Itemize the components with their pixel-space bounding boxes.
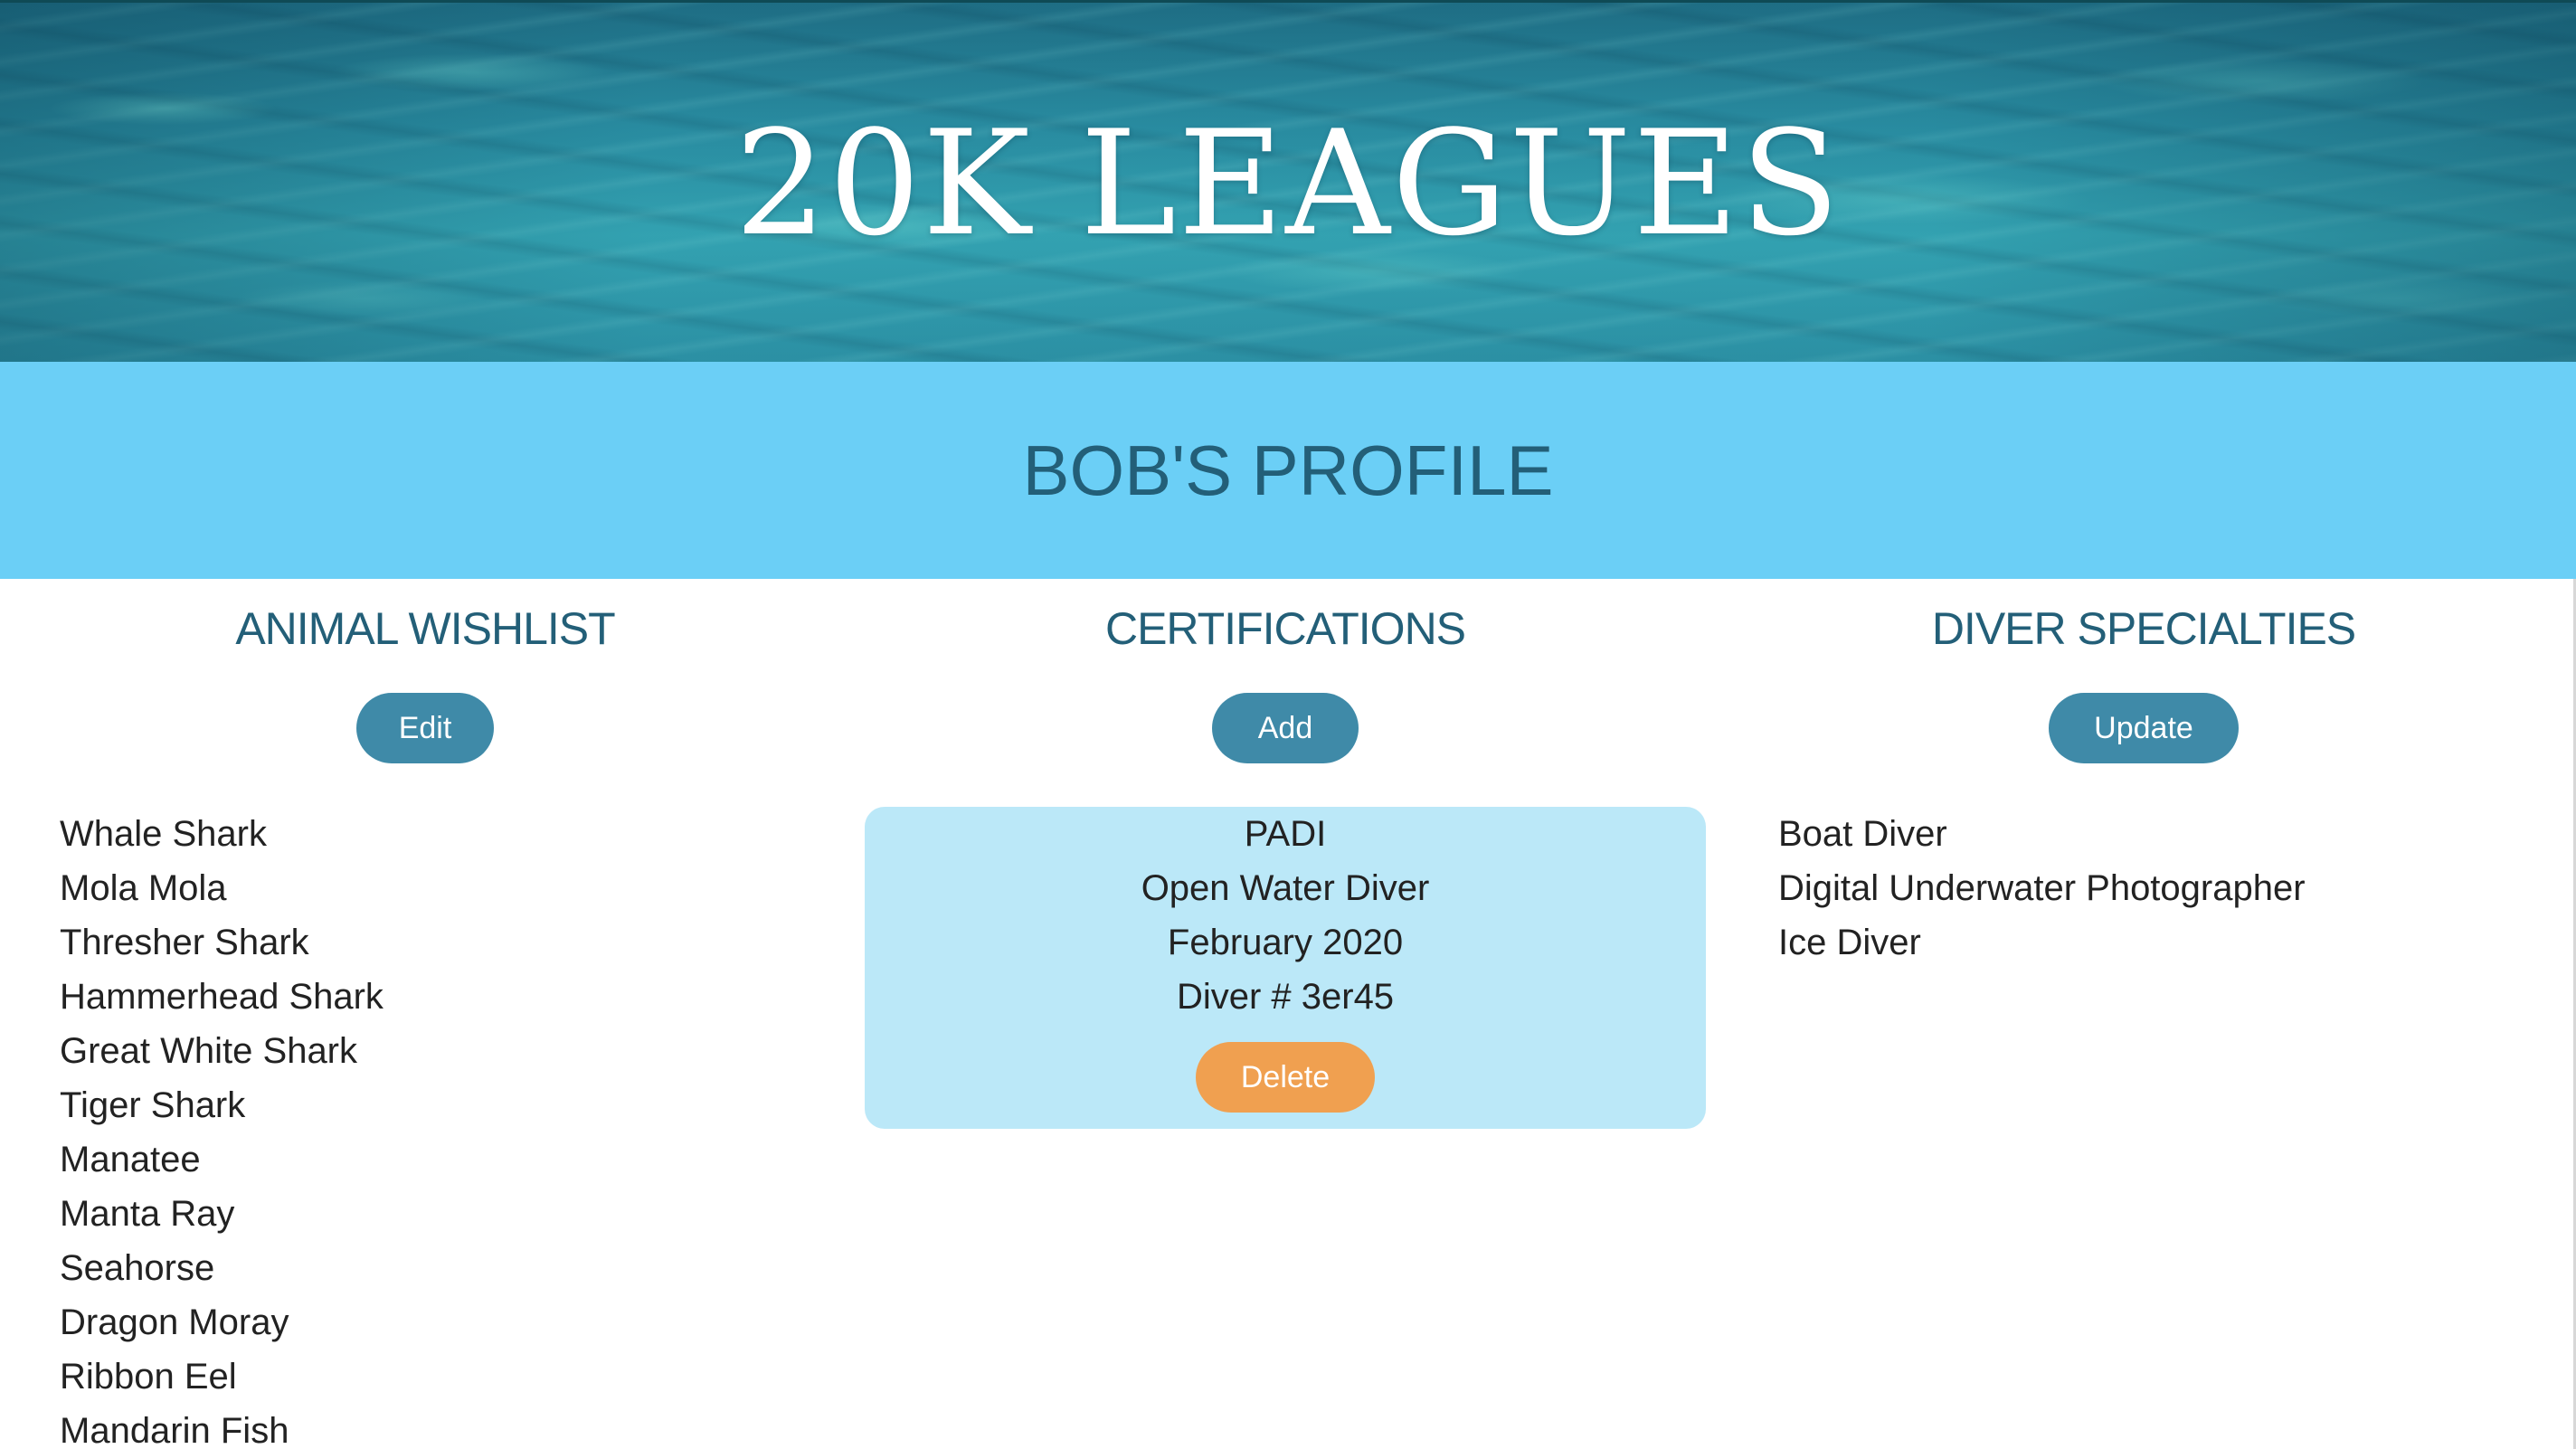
certifications-heading: CERTIFICATIONS bbox=[1104, 603, 1466, 654]
specialties-heading: DIVER SPECIALTIES bbox=[1931, 603, 2356, 654]
wishlist-item: Dragon Moray bbox=[60, 1302, 289, 1342]
site-title: 20K LEAGUES bbox=[734, 99, 1842, 268]
wishlist-item: Mola Mola bbox=[60, 868, 227, 908]
certification-diver-number: Diver # 3er45 bbox=[1176, 977, 1395, 1017]
wishlist-item: Manatee bbox=[60, 1140, 201, 1179]
wishlist-item: Ribbon Eel bbox=[60, 1357, 237, 1397]
edit-wishlist-button[interactable]: Edit bbox=[356, 693, 494, 763]
wishlist-item: Manta Ray bbox=[60, 1194, 235, 1234]
wishlist-item: Tiger Shark bbox=[60, 1085, 246, 1125]
certification-agency: PADI bbox=[1244, 814, 1327, 854]
wishlist-heading: ANIMAL WISHLIST bbox=[235, 603, 615, 654]
specialty-item: Digital Underwater Photographer bbox=[1778, 868, 2306, 908]
wishlist-item: Seahorse bbox=[60, 1248, 215, 1288]
wishlist-item: Hammerhead Shark bbox=[60, 977, 384, 1017]
wishlist-item: Thresher Shark bbox=[60, 923, 309, 962]
top-border bbox=[0, 0, 2576, 3]
certification-date: February 2020 bbox=[1167, 923, 1404, 962]
wishlist-item: Whale Shark bbox=[60, 814, 267, 854]
add-certification-button[interactable]: Add bbox=[1212, 693, 1359, 763]
profile-title: BOB'S PROFILE bbox=[1022, 431, 1554, 510]
delete-certification-button[interactable]: Delete bbox=[1196, 1042, 1375, 1113]
certification-card: PADI Open Water Diver February 2020 Dive… bbox=[865, 807, 1706, 1129]
wishlist-item: Mandarin Fish bbox=[60, 1411, 289, 1449]
specialties-list: Boat Diver Digital Underwater Photograph… bbox=[1778, 807, 2306, 970]
hero-banner: 20K LEAGUES bbox=[0, 0, 2576, 362]
specialty-item: Boat Diver bbox=[1778, 814, 1947, 854]
certification-level: Open Water Diver bbox=[1141, 868, 1430, 908]
wishlist-item: Great White Shark bbox=[60, 1031, 358, 1071]
specialty-item: Ice Diver bbox=[1778, 923, 1921, 962]
update-specialties-button[interactable]: Update bbox=[2049, 693, 2239, 763]
wishlist-list: Whale Shark Mola Mola Thresher Shark Ham… bbox=[60, 807, 384, 1449]
page: 20K LEAGUES BOB'S PROFILE ANIMAL WISHLIS… bbox=[0, 0, 2576, 1449]
